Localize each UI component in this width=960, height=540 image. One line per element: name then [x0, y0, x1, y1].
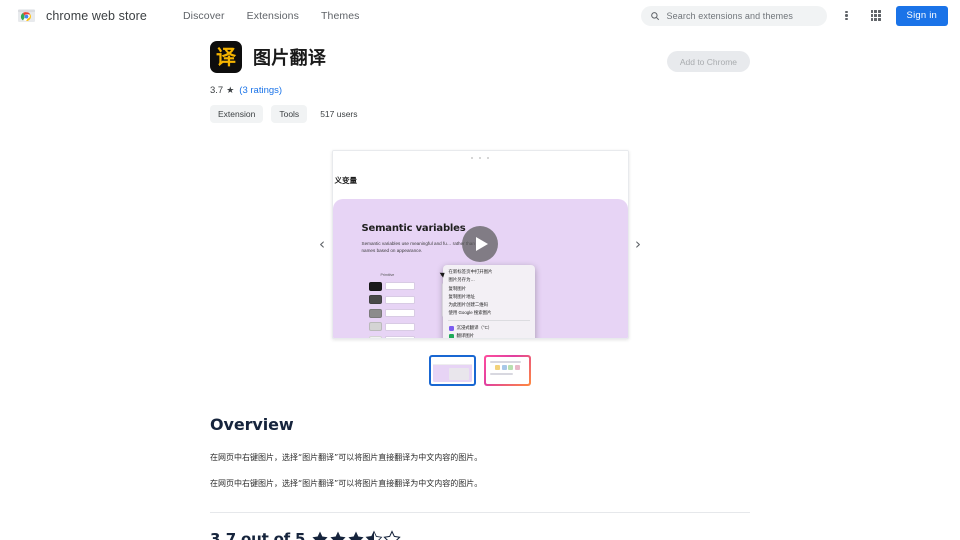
main-nav: Discover Extensions Themes: [183, 10, 360, 22]
browser-page-heading: 义变量: [334, 175, 358, 185]
overview-paragraph: 在网页中右键图片，选择“图片翻译”可以将图片直接翻译为中文内容的图片。: [210, 479, 483, 488]
user-count: 517 users: [320, 109, 358, 119]
swatch-pill: [384, 295, 415, 304]
color-swatch: [368, 322, 382, 331]
swatch-row: [368, 322, 415, 331]
overview-paragraph: 在网页中右键图片，选择“图片翻译”可以将图片直接翻译为中文内容的图片。: [210, 453, 483, 462]
context-menu-item[interactable]: 复制图片地址: [443, 293, 535, 301]
context-menu-item[interactable]: 图片另存为…: [443, 277, 535, 285]
rating-value: 3.7: [210, 85, 224, 96]
swatch-pill: [384, 336, 415, 338]
extension-header: 译 图片翻译 3.7 ★ (3 ratings) Extension Tools…: [210, 31, 750, 123]
swatch-row: [368, 295, 415, 304]
context-menu: 在新标签页中打开图片 图片另存为… 复制图片 复制图片地址 为此图片创建二维码 …: [442, 264, 535, 338]
page-title: 图片翻译: [253, 48, 327, 69]
brand-name: chrome web store: [46, 8, 147, 23]
nav-link-themes[interactable]: Themes: [321, 10, 360, 22]
apps-grid-icon[interactable]: [867, 7, 885, 25]
play-button[interactable]: [462, 226, 498, 262]
swatch-row: [368, 281, 415, 291]
slide-canvas: Semantic variables Semantic variables us…: [332, 198, 628, 338]
overview-heading: Overview: [210, 415, 294, 434]
thumbnail-line: [490, 372, 514, 375]
add-to-chrome-button[interactable]: Add to Chrome: [666, 51, 750, 72]
color-swatch: [368, 335, 382, 338]
thumbnail-2[interactable]: [484, 355, 531, 386]
context-menu-ext-item[interactable]: 沉浸式翻译（°C）: [443, 324, 535, 332]
extension-title-row: 译 图片翻译: [210, 41, 667, 73]
slide-title: Semantic variables: [361, 222, 466, 234]
context-menu-ext-item[interactable]: 翻译图片: [443, 332, 535, 338]
header-actions: Sign in: [640, 5, 948, 26]
extension-info: 译 图片翻译 3.7 ★ (3 ratings) Extension Tools…: [210, 41, 667, 123]
extension-icon-small: [448, 333, 454, 338]
thumbnail-image: [486, 357, 529, 384]
chip-extension[interactable]: Extension: [210, 105, 264, 123]
star-full-icon: [348, 531, 364, 540]
thumbnail-body: [433, 365, 472, 382]
color-swatch: [368, 281, 382, 291]
star-full-icon: [330, 531, 346, 540]
thumbnail-1[interactable]: [429, 355, 476, 386]
rating-summary: 3.7 ★ (3 ratings): [210, 85, 667, 96]
carousel-prev-button[interactable]: ‹: [312, 234, 332, 254]
overview-section: Overview 在网页中右键图片，选择“图片翻译”可以将图片直接翻译为中文内容…: [210, 415, 750, 490]
swatch-row: [368, 335, 415, 338]
primitive-column: Primitive: [368, 272, 415, 338]
search-box[interactable]: [640, 5, 827, 26]
thumbnail-image: [433, 359, 472, 382]
primitive-label: Primitive: [380, 272, 395, 277]
nav-link-discover[interactable]: Discover: [183, 10, 225, 22]
swatch-pill: [384, 309, 415, 317]
sign-in-button[interactable]: Sign in: [895, 5, 948, 26]
search-icon: [650, 11, 660, 21]
context-menu-item[interactable]: 为此图片创建二维码: [443, 301, 535, 309]
star-icon: ★: [226, 85, 235, 95]
brand[interactable]: chrome web store: [16, 5, 147, 26]
media-carousel: ‹ 义变量 Semantic variables Semantic variab…: [210, 146, 750, 342]
color-swatch: [368, 308, 382, 318]
media-viewer[interactable]: 义变量 Semantic variables Semantic variable…: [331, 149, 629, 339]
context-menu-ext-label: 翻译图片: [456, 332, 475, 338]
context-menu-item[interactable]: 使用 Google 搜索图片: [443, 310, 535, 318]
thumbnail-line: [490, 360, 522, 363]
search-input[interactable]: [666, 10, 818, 21]
swatch-row: [368, 308, 415, 318]
reviews-star-rating: [311, 530, 401, 540]
thumbnail-grid: [488, 364, 527, 370]
chip-tools[interactable]: Tools: [271, 105, 308, 123]
play-triangle-icon: [476, 237, 488, 251]
reviews-score-label: 3.7 out of 5: [210, 530, 306, 540]
context-menu-item[interactable]: 复制图片: [443, 285, 535, 293]
context-menu-separator: [447, 320, 530, 322]
swatch-pill: [384, 282, 415, 290]
reviews-section: 3.7 out of 5: [210, 530, 750, 540]
star-half-icon: [365, 530, 383, 540]
star-empty-icon: [383, 530, 401, 540]
carousel-thumbnails: [210, 355, 750, 386]
browser-dots-icon: [471, 156, 489, 159]
context-menu-item[interactable]: 在新标签页中打开图片: [443, 269, 535, 277]
swatch-pill: [384, 322, 415, 331]
extension-icon-small: [448, 325, 454, 331]
context-menu-ext-label: 沉浸式翻译（°C）: [456, 324, 493, 330]
extension-icon: 译: [210, 41, 242, 73]
site-header: chrome web store Discover Extensions The…: [0, 0, 960, 31]
chrome-web-store-logo-icon: [16, 5, 37, 26]
extension-meta: Extension Tools 517 users: [210, 105, 667, 123]
color-swatch: [368, 295, 382, 304]
browser-chrome-mock: 义变量: [332, 150, 628, 189]
page-content: 译 图片翻译 3.7 ★ (3 ratings) Extension Tools…: [0, 31, 960, 540]
more-vertical-icon[interactable]: [838, 7, 856, 25]
star-full-icon: [312, 531, 328, 540]
carousel-next-button[interactable]: ›: [628, 234, 648, 254]
nav-link-extensions[interactable]: Extensions: [247, 10, 299, 22]
section-divider: [210, 512, 750, 513]
ratings-count-link[interactable]: (3 ratings): [239, 85, 282, 96]
